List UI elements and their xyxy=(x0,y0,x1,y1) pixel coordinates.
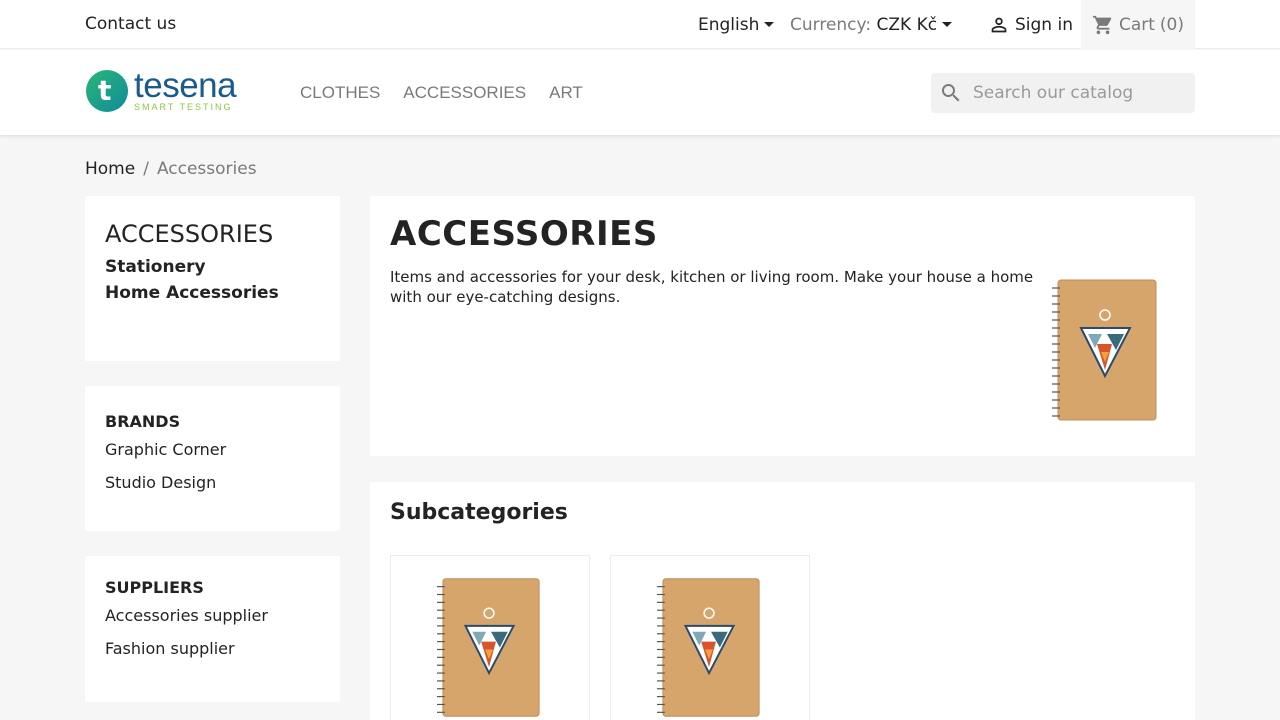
cart-label: Cart xyxy=(1118,14,1155,35)
category-title: ACCESSORIES xyxy=(390,214,658,254)
category-tree: ACCESSORIES Stationery Home Accessories xyxy=(85,196,340,361)
category-link-home-accessories[interactable]: Home Accessories xyxy=(105,283,320,303)
shopping-cart-icon xyxy=(1092,15,1112,34)
nav-item-art[interactable]: ART xyxy=(549,83,583,103)
suppliers-title: SUPPLIERS xyxy=(105,578,204,597)
chevron-down-icon xyxy=(942,22,953,27)
main-header: tesena SMART TESTING CLOTHES ACCESSORIES… xyxy=(0,50,1280,135)
person-icon xyxy=(991,17,1007,33)
breadcrumb: Home / Accessories xyxy=(85,159,257,179)
brands-facet: BRANDS Graphic Corner Studio Design xyxy=(85,386,340,531)
search-icon[interactable] xyxy=(939,81,963,105)
contact-us-link[interactable]: Contact us xyxy=(85,14,176,34)
supplier-link-fashion[interactable]: Fashion supplier xyxy=(105,639,320,658)
subcategory-image[interactable] xyxy=(657,576,765,720)
category-description: Items and accessories for your desk, kit… xyxy=(390,268,1034,306)
subcategory-card[interactable] xyxy=(390,555,590,720)
nav-item-accessories[interactable]: ACCESSORIES xyxy=(403,83,526,103)
subcategory-card[interactable] xyxy=(610,555,810,720)
breadcrumb-current: Accessories xyxy=(156,159,257,179)
subcategories-title: Subcategories xyxy=(390,500,568,525)
currency-value: CZK Kč xyxy=(876,15,938,35)
site-logo[interactable]: tesena SMART TESTING xyxy=(86,65,237,112)
search-box xyxy=(931,73,1195,113)
brand-link-studio-design[interactable]: Studio Design xyxy=(105,473,320,492)
main-nav: CLOTHES ACCESSORIES ART xyxy=(300,83,583,103)
top-bar: Contact us English Currency: CZK Kč Sign… xyxy=(0,0,1280,49)
currency-label: Currency: xyxy=(790,15,872,35)
chevron-down-icon xyxy=(764,22,775,27)
category-link-stationery[interactable]: Stationery xyxy=(105,257,320,277)
category-tree-title[interactable]: ACCESSORIES xyxy=(105,220,320,248)
category-header: ACCESSORIES Items and accessories for yo… xyxy=(370,196,1195,456)
brands-title: BRANDS xyxy=(105,412,181,431)
supplier-link-accessories[interactable]: Accessories supplier xyxy=(105,606,320,625)
logo-tagline: SMART TESTING xyxy=(134,101,233,112)
subcategory-image[interactable] xyxy=(437,576,545,720)
currency-selector[interactable]: Currency: CZK Kč xyxy=(790,15,953,35)
cart-button[interactable]: Cart (0) xyxy=(1081,0,1195,49)
sign-in-link[interactable]: Sign in xyxy=(988,14,1073,36)
language-selector[interactable]: English xyxy=(698,15,775,35)
subcategories-section: Subcategories xyxy=(370,482,1195,720)
nav-item-clothes[interactable]: CLOTHES xyxy=(300,83,380,103)
breadcrumb-separator: / xyxy=(143,159,149,179)
logo-name: tesena xyxy=(134,65,237,105)
logo-mark-icon xyxy=(86,70,128,112)
search-input[interactable] xyxy=(973,83,1173,103)
brand-link-graphic-corner[interactable]: Graphic Corner xyxy=(105,440,320,459)
category-cover-image xyxy=(1052,279,1157,421)
suppliers-facet: SUPPLIERS Accessories supplier Fashion s… xyxy=(85,556,340,702)
breadcrumb-home[interactable]: Home xyxy=(85,159,135,179)
cart-count: (0) xyxy=(1159,14,1185,35)
language-label: English xyxy=(698,15,760,35)
sign-in-label: Sign in xyxy=(1015,15,1073,35)
